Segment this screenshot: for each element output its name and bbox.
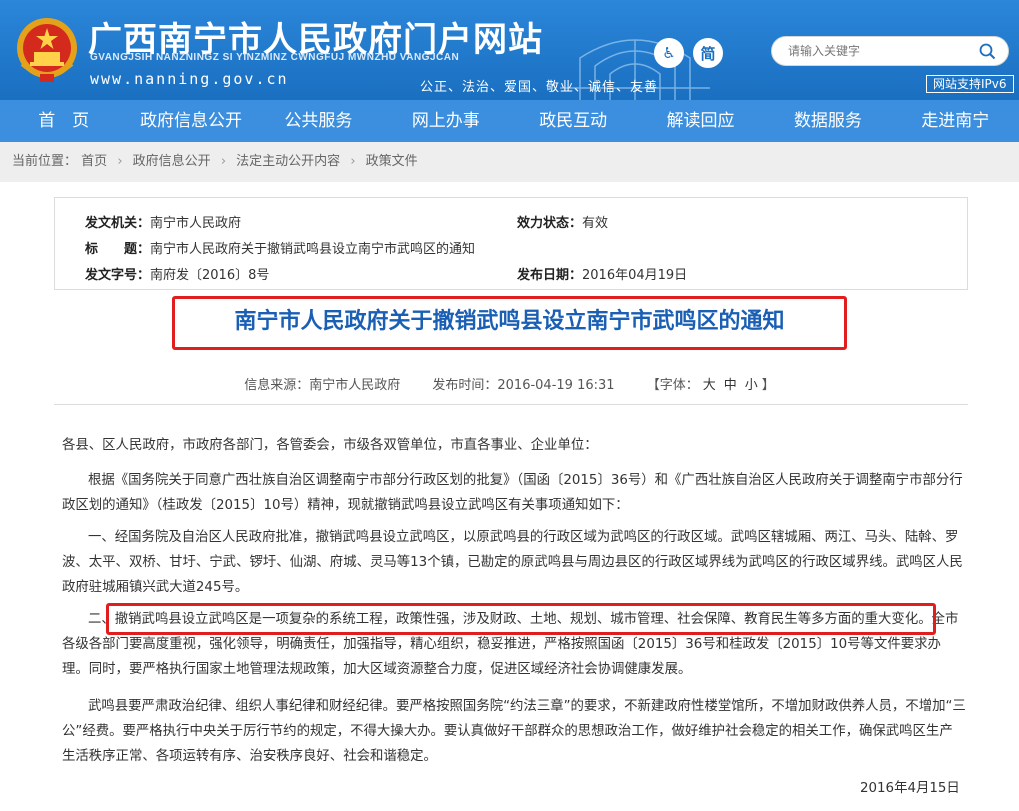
breadcrumb-separator: › [220, 154, 227, 169]
meta-date-label: 发布日期： [517, 268, 583, 283]
main-nav: 首 页 政府信息公开 公共服务 网上办事 政民互动 解读回应 数据服务 走进南宁 [0, 100, 1019, 142]
accessibility-icon: ♿ [662, 44, 676, 62]
site-header: 广西南宁市人民政府门户网站 GVANGJSIH NANZNINGZ SI YIN… [0, 0, 1019, 100]
font-size-switcher: 【字体： 大中小】 [647, 378, 775, 393]
meta-doc-no: 发文字号：南府发〔2016〕8号 [85, 264, 269, 283]
meta-status-label: 效力状态： [517, 216, 583, 231]
site-url: www.nanning.gov.cn [90, 70, 289, 88]
nav-item-interaction[interactable]: 政民互动 [510, 100, 637, 142]
meta-status: 效力状态：有效 [517, 212, 608, 231]
meta-issuer: 发文机关：南宁市人民政府 [85, 212, 241, 231]
document-date: 2016年4月15日 [860, 781, 960, 796]
national-emblem-icon [17, 18, 77, 82]
nav-item-data-service[interactable]: 数据服务 [764, 100, 891, 142]
meta-doc-no-value: 南府发〔2016〕8号 [150, 268, 270, 283]
meta-issuer-value: 南宁市人民政府 [150, 216, 242, 231]
font-size-medium-link[interactable]: 中 [724, 378, 737, 393]
accessibility-button[interactable]: ♿ [654, 38, 684, 68]
breadcrumb-prefix: 当前位置： [12, 154, 78, 169]
document-paragraph: 一、经国务院及自治区人民政府批准，撤销武鸣县设立武鸣区，以原武鸣县的行政区域为武… [62, 530, 963, 595]
site-title-pinyin: GVANGJSIH NANZNINGZ SI YINZMINZ CWNGFUJ … [90, 52, 460, 63]
breadcrumb-item-policy[interactable]: 政策文件 [366, 154, 418, 169]
sentence-highlight-box [106, 603, 936, 635]
nav-item-home[interactable]: 首 页 [0, 100, 127, 142]
breadcrumb-item-home[interactable]: 首页 [81, 154, 107, 169]
document-paragraph: 根据《国务院关于同意广西壮族自治区调整南宁市部分行政区划的批复》（国函〔2015… [62, 473, 963, 513]
meta-status-value: 有效 [582, 216, 609, 231]
font-size-label: 【字体： [646, 378, 699, 393]
meta-doc-no-label: 发文字号： [85, 268, 151, 283]
font-size-small-link[interactable]: 小 [745, 378, 758, 393]
font-size-end: 】 [761, 378, 775, 393]
simplified-chinese-button[interactable]: 简 [693, 38, 723, 68]
nav-item-online-service[interactable]: 网上办事 [382, 100, 509, 142]
breadcrumb-item-gov-info[interactable]: 政府信息公开 [133, 154, 211, 169]
info-publish-time: 发布时间：2016-04-19 16:31 [432, 378, 615, 393]
nav-item-public-service[interactable]: 公共服务 [255, 100, 382, 142]
meta-date: 发布日期：2016年04月19日 [517, 264, 687, 283]
document-meta-table: 发文机关：南宁市人民政府 效力状态：有效 标 题：南宁市人民政府关于撤销武鸣县设… [54, 197, 968, 290]
font-size-large-link[interactable]: 大 [703, 378, 716, 393]
meta-title: 标 题：南宁市人民政府关于撤销武鸣县设立南宁市武鸣区的通知 [85, 238, 475, 257]
document-info-row: 信息来源：南宁市人民政府 发布时间：2016-04-19 16:31 【字体： 大… [0, 374, 1019, 393]
breadcrumb-separator: › [350, 154, 356, 169]
simplified-chinese-label: 简 [700, 44, 716, 63]
meta-title-label: 标 题： [85, 242, 151, 257]
breadcrumb: 当前位置： 首页 › 政府信息公开 › 法定主动公开内容 › 政策文件 [0, 142, 1019, 182]
nav-item-gov-info[interactable]: 政府信息公开 [127, 100, 254, 142]
document-paragraph: 武鸣县要严肃政治纪律、组织人事纪律和财经纪律。要严格按照国务院“约法三章”的要求… [62, 699, 966, 764]
core-values-slogan: 公正、法治、爱国、敬业、诚信、友善 [420, 80, 659, 95]
search-box [771, 36, 1009, 66]
meta-date-value: 2016年04月19日 [582, 268, 688, 283]
nav-item-interpretation[interactable]: 解读回应 [637, 100, 764, 142]
document-title: 南宁市人民政府关于撤销武鸣县设立南宁市武鸣区的通知 [234, 309, 785, 334]
meta-issuer-label: 发文机关： [85, 216, 151, 231]
search-icon[interactable] [979, 43, 996, 60]
breadcrumb-separator: › [117, 154, 123, 169]
divider [54, 404, 968, 405]
ipv6-badge: 网站支持IPv6 [926, 75, 1014, 93]
meta-title-value: 南宁市人民政府关于撤销武鸣县设立南宁市武鸣区的通知 [150, 242, 476, 257]
breadcrumb-item-statutory[interactable]: 法定主动公开内容 [236, 154, 340, 169]
document-paragraph: 各县、区人民政府，市政府各部门，各管委会，市级各双管单位，市直各事业、企业单位： [62, 438, 598, 453]
info-source: 信息来源：南宁市人民政府 [244, 378, 401, 393]
nav-item-about-nanning[interactable]: 走进南宁 [892, 100, 1019, 142]
search-input[interactable] [788, 44, 968, 58]
